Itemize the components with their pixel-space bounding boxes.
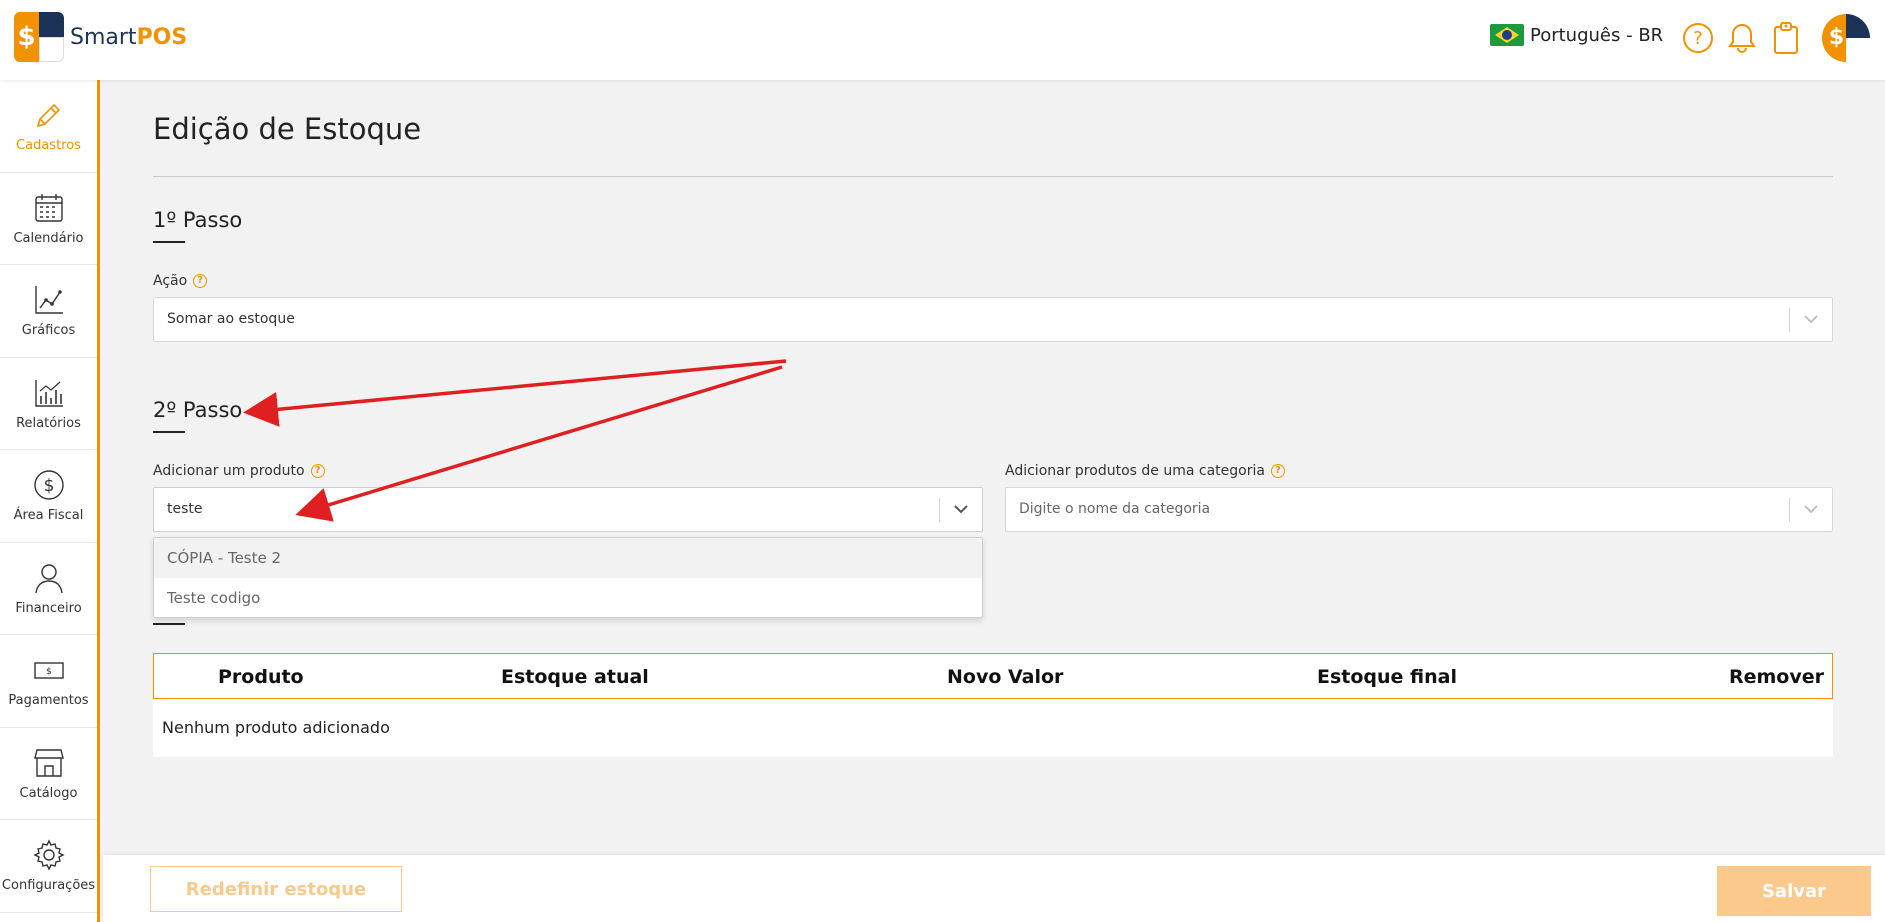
page-title: Edição de Estoque bbox=[153, 112, 422, 146]
person-icon bbox=[34, 564, 63, 593]
sidebar: Cadastros Calendário Gráficos Relatórios… bbox=[0, 80, 100, 922]
title-divider bbox=[153, 176, 1833, 177]
reset-stock-button[interactable]: Redefinir estoque bbox=[150, 866, 402, 912]
column-header-novo-valor: Novo Valor bbox=[947, 666, 1064, 688]
calendar-icon bbox=[34, 193, 63, 222]
dropdown-option[interactable]: Teste codigo bbox=[154, 578, 982, 618]
user-avatar[interactable]: $ bbox=[1822, 14, 1870, 62]
svg-text:?: ? bbox=[1693, 28, 1703, 49]
footer-bar: Redefinir estoque Salvar bbox=[103, 855, 1885, 922]
language-label: Português - BR bbox=[1530, 24, 1664, 46]
column-header-estoque-final: Estoque final bbox=[1317, 666, 1457, 688]
sidebar-item-area-fiscal[interactable]: $ Área Fiscal bbox=[0, 450, 97, 543]
clipboard-icon[interactable] bbox=[1769, 20, 1803, 56]
smartpos-logo[interactable]: $ SmartPOS bbox=[14, 12, 187, 62]
help-question-icon[interactable]: ? bbox=[310, 464, 325, 478]
action-select[interactable]: Somar ao estoque bbox=[153, 297, 1833, 342]
add-category-label: Adicionar produtos de uma categoria ? bbox=[1005, 463, 1285, 479]
step2-title: 2º Passo bbox=[153, 398, 243, 422]
dollar-circle-icon: $ bbox=[33, 470, 64, 500]
storefront-icon bbox=[33, 749, 64, 777]
language-selector[interactable]: Português - BR bbox=[1490, 24, 1663, 46]
sidebar-item-pagamentos[interactable]: $ Pagamentos bbox=[0, 635, 97, 728]
top-header: $ SmartPOS Português - BR ? $ bbox=[0, 0, 1885, 80]
add-product-input[interactable]: teste bbox=[153, 487, 983, 532]
logo-icon: $ bbox=[14, 12, 64, 62]
sidebar-item-calendario[interactable]: Calendário bbox=[0, 173, 97, 265]
step3-underline bbox=[153, 623, 185, 625]
sidebar-item-relatorios[interactable]: Relatórios bbox=[0, 358, 97, 450]
help-question-icon[interactable]: ? bbox=[1270, 464, 1285, 478]
brazil-flag-icon bbox=[1490, 24, 1524, 46]
sidebar-item-configuracoes[interactable]: Configurações bbox=[0, 820, 97, 913]
bar-report-icon bbox=[34, 379, 63, 407]
red-arrow-to-step2 bbox=[243, 359, 787, 427]
column-header-estoque-atual: Estoque atual bbox=[501, 666, 649, 688]
column-header-produto: Produto bbox=[218, 666, 304, 688]
action-label: Ação ? bbox=[153, 273, 208, 289]
chevron-down-icon bbox=[1804, 315, 1818, 324]
sidebar-item-graficos[interactable]: Gráficos bbox=[0, 265, 97, 358]
step2-underline bbox=[153, 431, 185, 433]
pencil-icon bbox=[36, 104, 60, 128]
chevron-down-icon[interactable] bbox=[952, 502, 970, 516]
add-product-label: Adicionar um produto ? bbox=[153, 463, 325, 479]
save-button[interactable]: Salvar bbox=[1717, 866, 1871, 916]
banknote-icon: $ bbox=[33, 662, 64, 679]
gear-icon bbox=[32, 839, 65, 871]
help-icon[interactable]: ? bbox=[1681, 20, 1715, 56]
logo-text: SmartPOS bbox=[70, 24, 188, 50]
product-dropdown: CÓPIA - Teste 2 Teste codigo bbox=[153, 537, 983, 618]
add-category-input[interactable]: Digite o nome da categoria bbox=[1005, 487, 1833, 532]
step1-title: 1º Passo bbox=[153, 208, 243, 232]
products-table-empty: Nenhum produto adicionado bbox=[153, 699, 1833, 757]
help-question-icon[interactable]: ? bbox=[193, 274, 208, 288]
svg-text:$: $ bbox=[43, 476, 54, 496]
sidebar-item-catalogo[interactable]: Catálogo bbox=[0, 728, 97, 820]
sidebar-item-cadastros[interactable]: Cadastros bbox=[0, 80, 97, 173]
step1-underline bbox=[153, 241, 185, 243]
svg-text:$: $ bbox=[46, 667, 52, 677]
line-chart-icon bbox=[34, 286, 63, 314]
notification-bell-icon[interactable] bbox=[1725, 20, 1759, 56]
column-header-remover: Remover bbox=[1728, 666, 1824, 688]
dropdown-option[interactable]: CÓPIA - Teste 2 bbox=[154, 538, 982, 578]
products-table-header: Produto Estoque atual Novo Valor Estoque… bbox=[153, 653, 1833, 699]
sidebar-item-financeiro[interactable]: Financeiro bbox=[0, 543, 97, 635]
chevron-down-icon bbox=[1804, 505, 1818, 514]
